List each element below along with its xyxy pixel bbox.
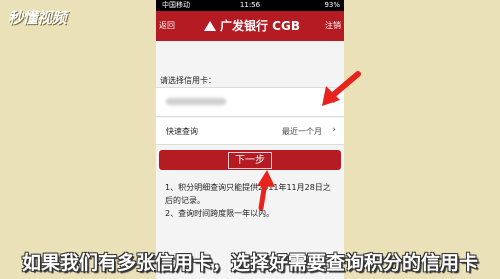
next-step-button[interactable]: 下一步 xyxy=(159,150,341,170)
back-button[interactable]: 返回 xyxy=(159,20,175,31)
battery-label: 93% xyxy=(324,1,340,9)
annotation-arrow-icon xyxy=(257,170,275,211)
watermark-logo: 秒懂视频 xyxy=(8,9,67,27)
subtitle-caption: 如果我们有多张信用卡，选择好需要查询积分的信用卡 xyxy=(21,252,478,274)
chevron-right-icon: › xyxy=(332,125,336,135)
bank-logo-icon xyxy=(204,20,216,31)
phone-frame: 中国移动 11:56 93% 返回 广发银行 CGB 注销 请选择信用卡： › … xyxy=(156,0,344,279)
app-header: 返回 广发银行 CGB 注销 xyxy=(156,11,344,41)
quick-query-selector[interactable]: 快速查询 最近一个月 › xyxy=(156,118,344,145)
select-card-label: 请选择信用卡： xyxy=(160,76,216,85)
annotation-arrow-icon xyxy=(322,71,361,106)
card-number-blurred xyxy=(166,98,226,105)
bank-title-text: 广发银行 CGB xyxy=(220,19,300,33)
phone-screen: 中国移动 11:56 93% 返回 广发银行 CGB 注销 请选择信用卡： › … xyxy=(156,0,344,279)
status-bar: 中国移动 11:56 93% xyxy=(156,0,344,11)
clock: 11:56 xyxy=(239,1,261,9)
quick-query-value: 最近一个月 xyxy=(282,127,322,136)
credit-card-selector[interactable]: › xyxy=(156,87,344,117)
logout-button[interactable]: 注销 xyxy=(325,20,341,31)
next-step-label: 下一步 xyxy=(228,152,272,169)
quick-query-label: 快速查询 xyxy=(166,127,198,136)
bank-title: 广发银行 CGB xyxy=(204,17,300,34)
video-frame: 秒懂视频 中国移动 11:56 93% 返回 广发银行 CGB 注销 请选择信用… xyxy=(0,0,500,279)
